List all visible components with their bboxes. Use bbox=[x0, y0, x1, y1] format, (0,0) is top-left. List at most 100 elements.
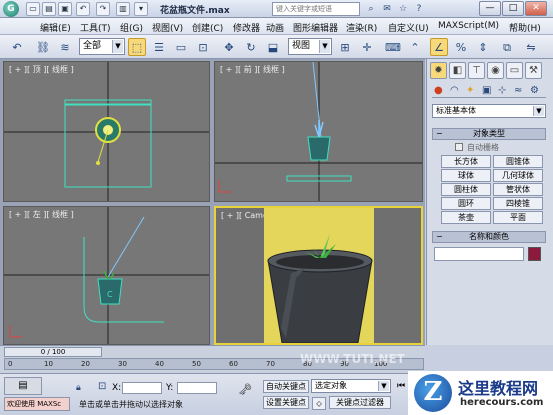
cylinder-button[interactable]: 圆柱体 bbox=[441, 183, 491, 196]
helpers-icon[interactable]: ⊹ bbox=[498, 85, 506, 96]
communication-icon[interactable]: ✉ bbox=[380, 2, 394, 16]
name-color-title: 名称和颜色 bbox=[469, 232, 509, 241]
modify-tab-icon[interactable]: ◧ bbox=[449, 62, 466, 79]
viewport-front[interactable]: [ + ][ 前 ][ 线框 ] bbox=[214, 61, 423, 202]
search-input[interactable]: 键入关键字或短语 bbox=[272, 2, 360, 16]
link-icon[interactable]: ⛓ bbox=[34, 38, 52, 56]
rectangular-selection-icon[interactable]: ▭ bbox=[172, 38, 190, 56]
pivot-center-icon[interactable]: ⊞ bbox=[336, 38, 354, 56]
shapes-icon[interactable]: ◠ bbox=[450, 85, 459, 96]
tube-button[interactable]: 管状体 bbox=[493, 183, 543, 196]
geosphere-button[interactable]: 几何球体 bbox=[493, 169, 543, 182]
sphere-button[interactable]: 球体 bbox=[441, 169, 491, 182]
percent-snap-icon[interactable]: % bbox=[452, 38, 470, 56]
x-coordinate-input[interactable] bbox=[122, 382, 162, 394]
undo-toolbar-icon[interactable]: ↶ bbox=[8, 38, 26, 56]
plane-button[interactable]: 平面 bbox=[493, 211, 543, 224]
select-object-icon[interactable]: ⬚ bbox=[128, 38, 146, 56]
customize-icon[interactable]: ▾ bbox=[134, 2, 148, 16]
box-button[interactable]: 长方体 bbox=[441, 155, 491, 168]
reference-coordinate-dropdown[interactable]: 视图 ▼ bbox=[288, 38, 332, 55]
named-selection-icon[interactable]: ⧉ bbox=[498, 38, 516, 56]
move-icon[interactable]: ✥ bbox=[220, 38, 238, 56]
angle-snap-icon[interactable]: ∠ bbox=[430, 38, 448, 56]
scale-icon[interactable]: ⬓ bbox=[264, 38, 282, 56]
object-category-dropdown[interactable]: 标准基本体 ▼ bbox=[432, 104, 546, 118]
create-tab-icon[interactable]: ✹ bbox=[430, 62, 447, 79]
spacewarps-icon[interactable]: ≈ bbox=[514, 85, 522, 96]
snaps-toggle-icon[interactable]: ⌃ bbox=[406, 38, 424, 56]
set-key-button[interactable]: 设置关键点 bbox=[263, 396, 309, 409]
time-slider[interactable]: 0 / 100 bbox=[4, 347, 102, 357]
select-by-name-icon[interactable]: ☰ bbox=[150, 38, 168, 56]
y-coordinate-input[interactable] bbox=[177, 382, 217, 394]
undo-icon[interactable]: ↶ bbox=[76, 2, 90, 16]
go-to-start-icon[interactable]: ⏮ bbox=[397, 381, 407, 393]
torus-button[interactable]: 圆环 bbox=[441, 197, 491, 210]
selection-lock-icon[interactable]: 🔒︎ bbox=[76, 383, 81, 393]
geometry-icon[interactable]: ● bbox=[434, 85, 443, 96]
selection-filter-value: 全部 bbox=[83, 41, 102, 51]
menu-modifiers[interactable]: 修改器 bbox=[233, 21, 260, 34]
auto-grid-checkbox[interactable] bbox=[455, 143, 463, 151]
front-view-canvas bbox=[215, 62, 422, 201]
new-file-icon[interactable]: ▭ bbox=[26, 2, 40, 16]
viewport-left[interactable]: [ + ][ 左 ][ 线框 ] C bbox=[3, 206, 210, 345]
mirror-icon[interactable]: ⇋ bbox=[522, 38, 540, 56]
menu-animation[interactable]: 动画 bbox=[266, 21, 284, 34]
pyramid-button[interactable]: 四棱锥 bbox=[493, 197, 543, 210]
hierarchy-tab-icon[interactable]: ⊤ bbox=[468, 62, 485, 79]
viewport-camera[interactable]: [ + ][ Camera ][ 平滑 + 高光 ] bbox=[214, 206, 423, 345]
keyboard-shortcut-icon[interactable]: ⌨ bbox=[384, 38, 402, 56]
close-button[interactable]: ✕ bbox=[525, 1, 547, 16]
systems-icon[interactable]: ⚙ bbox=[530, 85, 539, 96]
window-crossing-icon[interactable]: ⊡ bbox=[194, 38, 212, 56]
object-color-swatch[interactable] bbox=[528, 247, 541, 261]
menu-rendering[interactable]: 渲染(R) bbox=[346, 21, 377, 34]
key-mode-icon[interactable]: ⬦ bbox=[312, 397, 326, 410]
key-filters-button[interactable]: 关键点过滤器 bbox=[329, 396, 391, 409]
menu-create[interactable]: 创建(C) bbox=[192, 21, 223, 34]
cone-button[interactable]: 圆锥体 bbox=[493, 155, 543, 168]
bind-space-warp-icon[interactable]: ≋ bbox=[56, 38, 74, 56]
absolute-mode-icon[interactable]: ⊡ bbox=[98, 381, 106, 392]
minimize-button[interactable]: — bbox=[479, 1, 501, 16]
auto-key-button[interactable]: 自动关键点 bbox=[263, 380, 309, 393]
select-manipulate-icon[interactable]: ✛ bbox=[358, 38, 376, 56]
key-selection-dropdown[interactable]: 选定对象 ▼ bbox=[311, 379, 391, 393]
menu-tools[interactable]: 工具(T) bbox=[80, 21, 111, 34]
save-icon[interactable]: ▣ bbox=[58, 2, 72, 16]
object-name-input[interactable] bbox=[434, 247, 524, 261]
utilities-tab-icon[interactable]: ⚒ bbox=[525, 62, 542, 79]
maxscript-listener-icon[interactable]: ▤ bbox=[4, 377, 42, 395]
viewport-top[interactable]: [ + ][ 顶 ][ 线框 ] bbox=[3, 61, 210, 202]
redo-icon[interactable]: ↷ bbox=[96, 2, 110, 16]
help-icon[interactable]: ? bbox=[412, 2, 426, 16]
object-type-rollout[interactable]: − 对象类型 bbox=[432, 128, 546, 140]
menu-help[interactable]: 帮助(H) bbox=[509, 21, 541, 34]
menu-maxscript[interactable]: MAXScript(M) bbox=[438, 21, 499, 31]
lights-icon[interactable]: ✦ bbox=[466, 85, 474, 96]
menu-views[interactable]: 视图(V) bbox=[152, 21, 183, 34]
menu-graph-editors[interactable]: 图形编辑器 bbox=[293, 21, 338, 34]
camera-view-canvas bbox=[264, 208, 374, 343]
favorites-icon[interactable]: ☆ bbox=[396, 2, 410, 16]
hold-icon[interactable]: ▥ bbox=[116, 2, 130, 16]
app-logo-icon[interactable]: G bbox=[3, 1, 19, 17]
menu-group[interactable]: 组(G) bbox=[120, 21, 143, 34]
menu-edit[interactable]: 编辑(E) bbox=[40, 21, 71, 34]
maximize-button[interactable]: □ bbox=[502, 1, 524, 16]
rotate-icon[interactable]: ↻ bbox=[242, 38, 260, 56]
key-icon[interactable]: 🗝︎ bbox=[238, 383, 252, 396]
teapot-button[interactable]: 茶壶 bbox=[441, 211, 491, 224]
open-file-icon[interactable]: ▤ bbox=[42, 2, 56, 16]
search-icon[interactable]: ⌕ bbox=[364, 2, 378, 16]
name-color-rollout[interactable]: − 名称和颜色 bbox=[432, 231, 546, 243]
spinner-snap-icon[interactable]: ⇕ bbox=[474, 38, 492, 56]
selection-filter-dropdown[interactable]: 全部 ▼ bbox=[79, 38, 125, 55]
cameras-icon[interactable]: ▣ bbox=[482, 85, 491, 96]
motion-tab-icon[interactable]: ◉ bbox=[487, 62, 504, 79]
menu-customize[interactable]: 自定义(U) bbox=[388, 21, 429, 34]
display-tab-icon[interactable]: ▭ bbox=[506, 62, 523, 79]
maxscript-mini-listener[interactable]: 欢迎使用 MAXSc bbox=[4, 397, 70, 411]
